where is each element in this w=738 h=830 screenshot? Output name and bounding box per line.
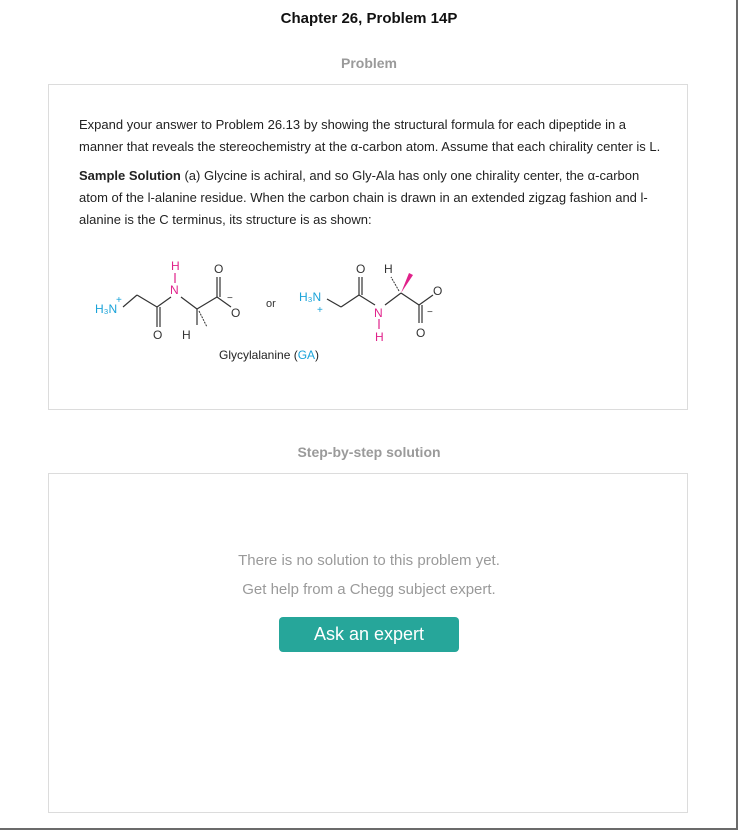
problem-text: Expand your answer to Problem 26.13 by s… <box>79 114 669 231</box>
bond <box>196 296 218 310</box>
oxygen-label: O <box>416 326 425 340</box>
caption-abbreviation: GA <box>297 348 316 362</box>
oxygen-label: O <box>153 328 162 342</box>
wedge-bond <box>401 273 413 293</box>
bond <box>340 294 360 308</box>
structure-caption: Glycylalanine (GA) <box>219 348 319 362</box>
structure-left: H₃N + O N H H O O − <box>95 259 240 342</box>
bond <box>122 294 138 308</box>
no-solution-message: There is no solution to this problem yet… <box>238 552 500 569</box>
charge-minus: − <box>427 307 433 318</box>
problem-heading: Problem <box>340 55 397 71</box>
nitrogen-label: N <box>170 283 179 297</box>
solution-card: There is no solution to this problem yet… <box>48 473 688 813</box>
chapter-title: Chapter 26, Problem 14P <box>280 10 458 27</box>
hydrogen-label: H <box>171 259 180 273</box>
charge-minus: − <box>227 293 233 304</box>
wedge-bond <box>198 310 208 328</box>
oxygen-label: O <box>231 306 240 320</box>
hydrogen-label: H <box>384 262 393 276</box>
bond <box>156 296 172 308</box>
problem-card: Expand your answer to Problem 26.13 by s… <box>48 84 688 410</box>
amine-charge: + <box>317 305 323 316</box>
hydrogen-label: H <box>375 330 384 344</box>
sample-solution-label: Sample Solution <box>79 168 181 183</box>
caption-name: Glycylalanine ( <box>219 348 298 362</box>
structure-right: H₃N + O N H H O O − <box>299 262 442 344</box>
bond <box>418 294 434 306</box>
nitrogen-label: N <box>374 306 383 320</box>
oxygen-label: O <box>356 262 365 276</box>
bond <box>358 294 376 306</box>
oxygen-label: O <box>433 284 442 298</box>
wedge-bond <box>390 276 400 292</box>
hydrogen-label: H <box>182 328 191 342</box>
problem-statement: Expand your answer to Problem 26.13 by s… <box>79 117 661 154</box>
or-label: or <box>266 298 276 310</box>
amine-label: H₃N <box>95 302 117 316</box>
bond <box>180 296 198 310</box>
ask-an-expert-button[interactable]: Ask an expert <box>279 617 459 652</box>
amine-label: H₃N <box>299 290 321 304</box>
dipeptide-structure: H₃N + O N H H O O − or H₃N + O N H H O O… <box>95 259 442 344</box>
expert-help-message: Get help from a Chegg subject expert. <box>242 581 496 598</box>
solution-heading: Step-by-step solution <box>297 444 441 460</box>
bond <box>136 294 158 308</box>
oxygen-label: O <box>214 262 223 276</box>
sample-solution: Sample Solution (a) Glycine is achiral, … <box>79 165 669 231</box>
amine-charge: + <box>116 295 122 306</box>
bond <box>400 292 420 306</box>
bond <box>326 298 342 308</box>
caption-close: ) <box>315 348 320 362</box>
bond <box>384 292 402 306</box>
